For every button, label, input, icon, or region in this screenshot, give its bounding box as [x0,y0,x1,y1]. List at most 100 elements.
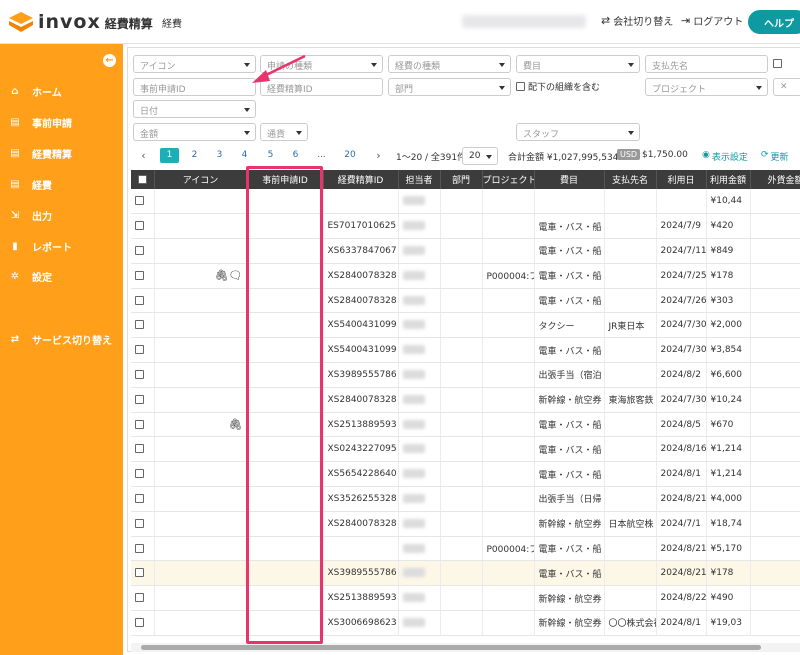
table-row[interactable]: XS5400431099 タクシー JR東日本 2024/7/30 ¥2,000 [131,312,800,339]
settlement-id-cell[interactable]: XS3989555786 [323,560,399,587]
sidebar-item-3[interactable]: ▤ 経費 [8,177,52,192]
switch-company-button[interactable]: ⇄ 会社切り替え [601,13,673,28]
row-select-cell[interactable] [131,337,155,364]
row-checkbox[interactable] [135,568,144,578]
header-menu-expense[interactable]: 経費 [162,15,182,30]
table-row[interactable]: ES7017010625 電車・バス・船 2024/7/9 ¥420 [131,213,800,240]
column-header-payee[interactable]: 支払先名 [604,170,657,189]
department-filter[interactable]: 部門 [388,78,511,96]
expense-type-filter[interactable]: 経費の種類 [388,55,511,73]
sidebar-item-5[interactable]: ▮ レポート [8,239,72,254]
payee-filter[interactable]: 支払先名 [645,55,768,73]
invox-logo[interactable]: invox 経費精算 [8,9,153,35]
row-checkbox[interactable] [135,295,144,305]
settlement-id-cell[interactable]: XS3006698623 [323,610,399,636]
row-select-cell[interactable] [131,362,155,388]
settlement-id-cell[interactable]: XS3526255328 [323,486,399,512]
select-all-header[interactable] [131,170,155,189]
display-settings-button[interactable]: ◉ 表示設定 [702,150,748,163]
table-row[interactable]: XS5400431099 電車・バス・船 2024/7/30 ¥3,854 [131,337,800,364]
row-select-cell[interactable] [131,387,155,413]
settlement-id-cell[interactable]: XS5400431099 [323,312,399,339]
column-header-project[interactable]: プロジェクト [482,170,535,189]
help-button[interactable]: ヘルプ [748,10,800,34]
row-checkbox[interactable] [135,617,144,627]
table-row[interactable]: XS2840078328 新幹線・航空券 日本航空株 2024/7/1 ¥18,74 [131,511,800,537]
row-checkbox[interactable] [135,245,144,255]
settlement-id-cell[interactable]: XS0243227095 [323,436,399,463]
row-select-cell[interactable] [131,486,155,512]
table-row[interactable]: XS5654228640 電車・バス・船 2024/8/1 ¥1,214 [131,461,800,488]
icon-filter[interactable]: アイコン [133,55,256,73]
date-filter[interactable]: 日付 [133,100,256,118]
row-checkbox[interactable] [135,493,144,503]
table-row[interactable]: XS6337847067 電車・バス・船 2024/7/11 ¥849 [131,238,800,264]
settlement-id-cell[interactable] [323,189,399,215]
page-20[interactable]: 20 [339,148,361,163]
row-select-cell[interactable] [131,610,155,636]
settlement-id-cell[interactable]: XS2840078328 [323,511,399,537]
select-all-checkbox[interactable] [137,174,147,184]
row-select-cell[interactable] [131,263,155,289]
table-row[interactable]: XS2840078328 電車・バス・船 2024/7/26 ¥303 [131,288,800,314]
table-row[interactable]: 🖇🗨 XS2840078328 P000004:プ 電車・バス・船 2024/7/25 ¥… [131,263,800,289]
page-3[interactable]: 3 [210,148,229,163]
row-checkbox[interactable] [135,444,144,454]
row-checkbox[interactable] [135,593,144,603]
row-checkbox[interactable] [135,469,144,479]
include-sub-org-checkbox[interactable] [516,82,525,91]
settlement-id-cell[interactable]: XS6337847067 [323,238,399,264]
table-row[interactable]: XS3526255328 出張手当（日帰 2024/8/21 ¥4,000 [131,486,800,512]
settlement-id-cell[interactable]: XS2840078328 [323,263,399,289]
extra-filter[interactable]: ✕ [773,78,800,96]
row-select-cell[interactable] [131,238,155,264]
row-checkbox[interactable] [135,221,144,231]
row-checkbox[interactable] [135,394,144,404]
settlement-id-cell[interactable]: XS5400431099 [323,337,399,364]
sidebar-collapse-button[interactable]: ← [103,54,116,67]
table-row[interactable]: 🖇 XS2513889593 電車・バス・船 2024/8/5 ¥670 [131,412,800,438]
table-row[interactable]: XS3989555786 電車・バス・船 2024/8/21 ¥178 [131,560,800,587]
table-row[interactable]: XS2840078328 新幹線・航空券 東海旅客鉄 2024/7/30 ¥10,24 [131,387,800,413]
refresh-button[interactable]: ⟳ 更新 [761,150,789,163]
settlement-id-cell[interactable]: XS3989555786 [323,362,399,388]
row-select-cell[interactable] [131,412,155,438]
page-2[interactable]: 2 [185,148,204,163]
sidebar-item-0[interactable]: ⌂ ホーム [8,84,61,99]
row-select-cell[interactable] [131,312,155,339]
column-header-expense-item[interactable]: 費目 [534,170,605,189]
sidebar-item-7[interactable]: ⇄ サービス切り替え [8,332,112,347]
sidebar-item-2[interactable]: ▤ 経費精算 [8,146,72,161]
row-select-cell[interactable] [131,511,155,537]
comment-icon[interactable]: 🗨 [229,269,243,282]
table-row[interactable]: XS3989555786 出張手当（宿泊 2024/8/2 ¥6,600 [131,362,800,388]
page-5[interactable]: 5 [261,148,280,163]
currency-filter[interactable]: 通貨 [260,123,308,141]
sidebar-item-4[interactable]: ⇲ 出力 [8,208,52,223]
row-checkbox[interactable] [135,345,144,355]
per-page-select[interactable]: 20 [462,147,498,165]
project-filter[interactable]: プロジェクト [645,78,768,96]
row-select-cell[interactable] [131,560,155,587]
row-select-cell[interactable] [131,536,155,562]
page-1[interactable]: 1 [160,148,179,163]
column-header-amount[interactable]: 利用金額 [706,170,751,189]
settlement-id-cell[interactable]: XS5654228640 [323,461,399,488]
row-checkbox[interactable] [135,543,144,553]
row-checkbox[interactable] [135,419,144,429]
settlement-id-cell[interactable]: XS2513889593 [323,585,399,612]
table-row[interactable]: XS2513889593 新幹線・航空券 2024/8/22 ¥490 [131,585,800,612]
column-header-settlement-id[interactable]: 経費精算ID [323,170,399,189]
row-select-cell[interactable] [131,585,155,612]
column-header-icon[interactable]: アイコン [154,170,248,189]
row-select-cell[interactable] [131,461,155,488]
row-select-cell[interactable] [131,288,155,314]
column-header-staff[interactable]: 担当者 [398,170,441,189]
page-6[interactable]: 6 [286,148,305,163]
scrollbar-thumb[interactable] [141,645,761,650]
row-checkbox[interactable] [135,518,144,528]
sidebar-item-6[interactable]: ✲ 設定 [8,269,52,284]
amount-filter[interactable]: 金額 [133,123,256,141]
pre-application-id-filter[interactable]: 事前申請ID [133,78,256,96]
row-checkbox[interactable] [135,320,144,330]
